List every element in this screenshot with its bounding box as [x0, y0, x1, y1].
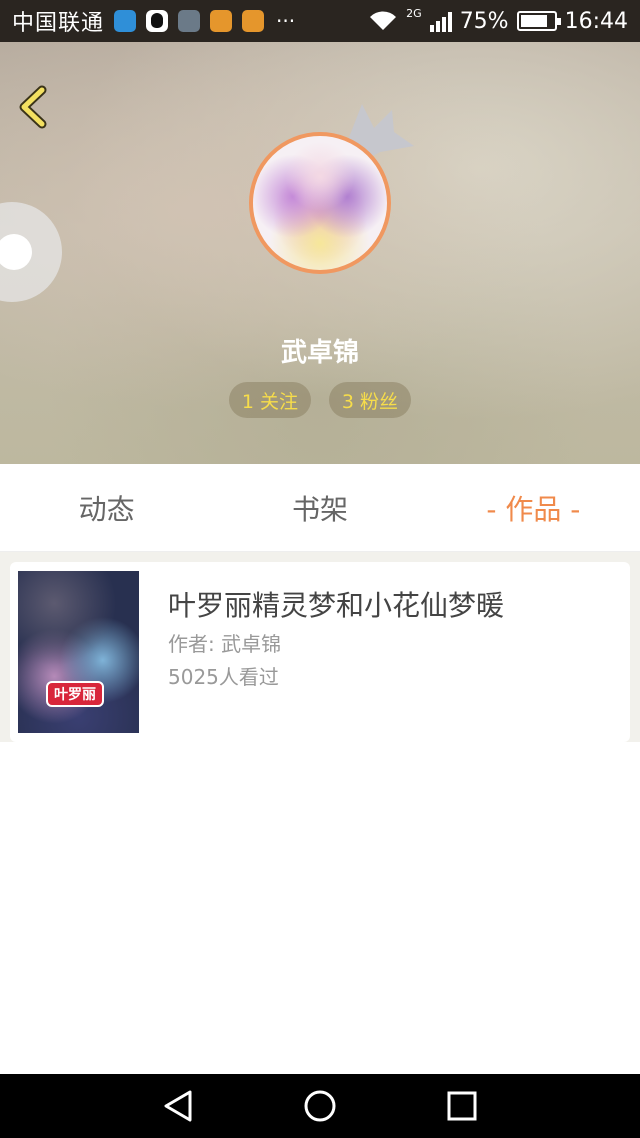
tab-feed[interactable]: 动态 [0, 464, 213, 551]
status-bar: 中国联通 ··· 2G 75% 16:44 [0, 0, 640, 42]
works-list: 叶罗丽 叶罗丽精灵梦和小花仙梦暖 作者: 武卓锦 5025人看过 [0, 562, 640, 742]
recents-square-icon[interactable] [444, 1088, 480, 1124]
tab-works[interactable]: - 作品 - [427, 464, 640, 551]
carrier-name: 中国联通 [12, 11, 105, 36]
home-circle-icon[interactable] [302, 1088, 338, 1124]
book-cover: 叶罗丽 [18, 571, 139, 733]
tab-bookshelf[interactable]: 书架 [213, 464, 426, 551]
clock: 16:44 [564, 8, 628, 34]
battery-icon [516, 11, 561, 31]
divider [0, 552, 640, 562]
book-title: 叶罗丽精灵梦和小花仙梦暖 [168, 589, 505, 622]
cover-logo: 叶罗丽 [46, 681, 104, 707]
gallery-icon [178, 10, 201, 32]
battery-percent: 75% [459, 8, 509, 34]
fans-count-button[interactable]: 3 粉丝 [329, 382, 411, 418]
profile-tabs: 动态 书架 - 作品 - [0, 464, 640, 552]
network-type: 2G [406, 6, 422, 20]
back-triangle-icon[interactable] [160, 1088, 196, 1124]
orange-app-icon [210, 10, 233, 32]
qq-icon [146, 10, 169, 32]
back-icon[interactable] [14, 84, 54, 130]
wifi-icon [370, 11, 397, 30]
book-author: 作者: 武卓锦 [168, 632, 282, 656]
book-view-count: 5025人看过 [168, 665, 279, 689]
floating-assist-ball[interactable] [0, 202, 62, 302]
list-item[interactable]: 叶罗丽 叶罗丽精灵梦和小花仙梦暖 作者: 武卓锦 5025人看过 [10, 562, 630, 742]
more-notifications: ··· [276, 9, 296, 33]
signal-icon [429, 10, 452, 32]
avatar[interactable] [249, 132, 391, 274]
username: 武卓锦 [280, 338, 359, 368]
profile-header: 武卓锦 1 关注 3 粉丝 [0, 42, 640, 464]
orange-app-icon [242, 10, 265, 32]
following-count-button[interactable]: 1 关注 [229, 382, 311, 418]
system-nav-bar [0, 1074, 640, 1138]
blue-app-icon [114, 10, 137, 32]
